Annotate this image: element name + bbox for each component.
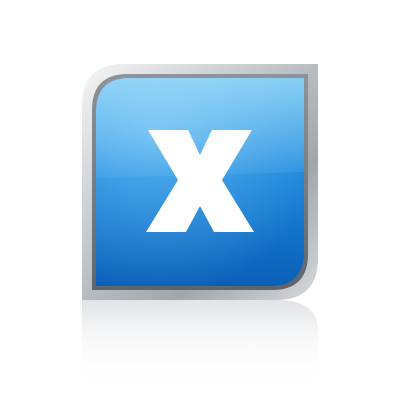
icon-reflection <box>78 300 322 390</box>
close-icon <box>82 64 318 300</box>
icon-stage: X <box>0 0 400 400</box>
close-button[interactable]: X <box>78 60 322 304</box>
